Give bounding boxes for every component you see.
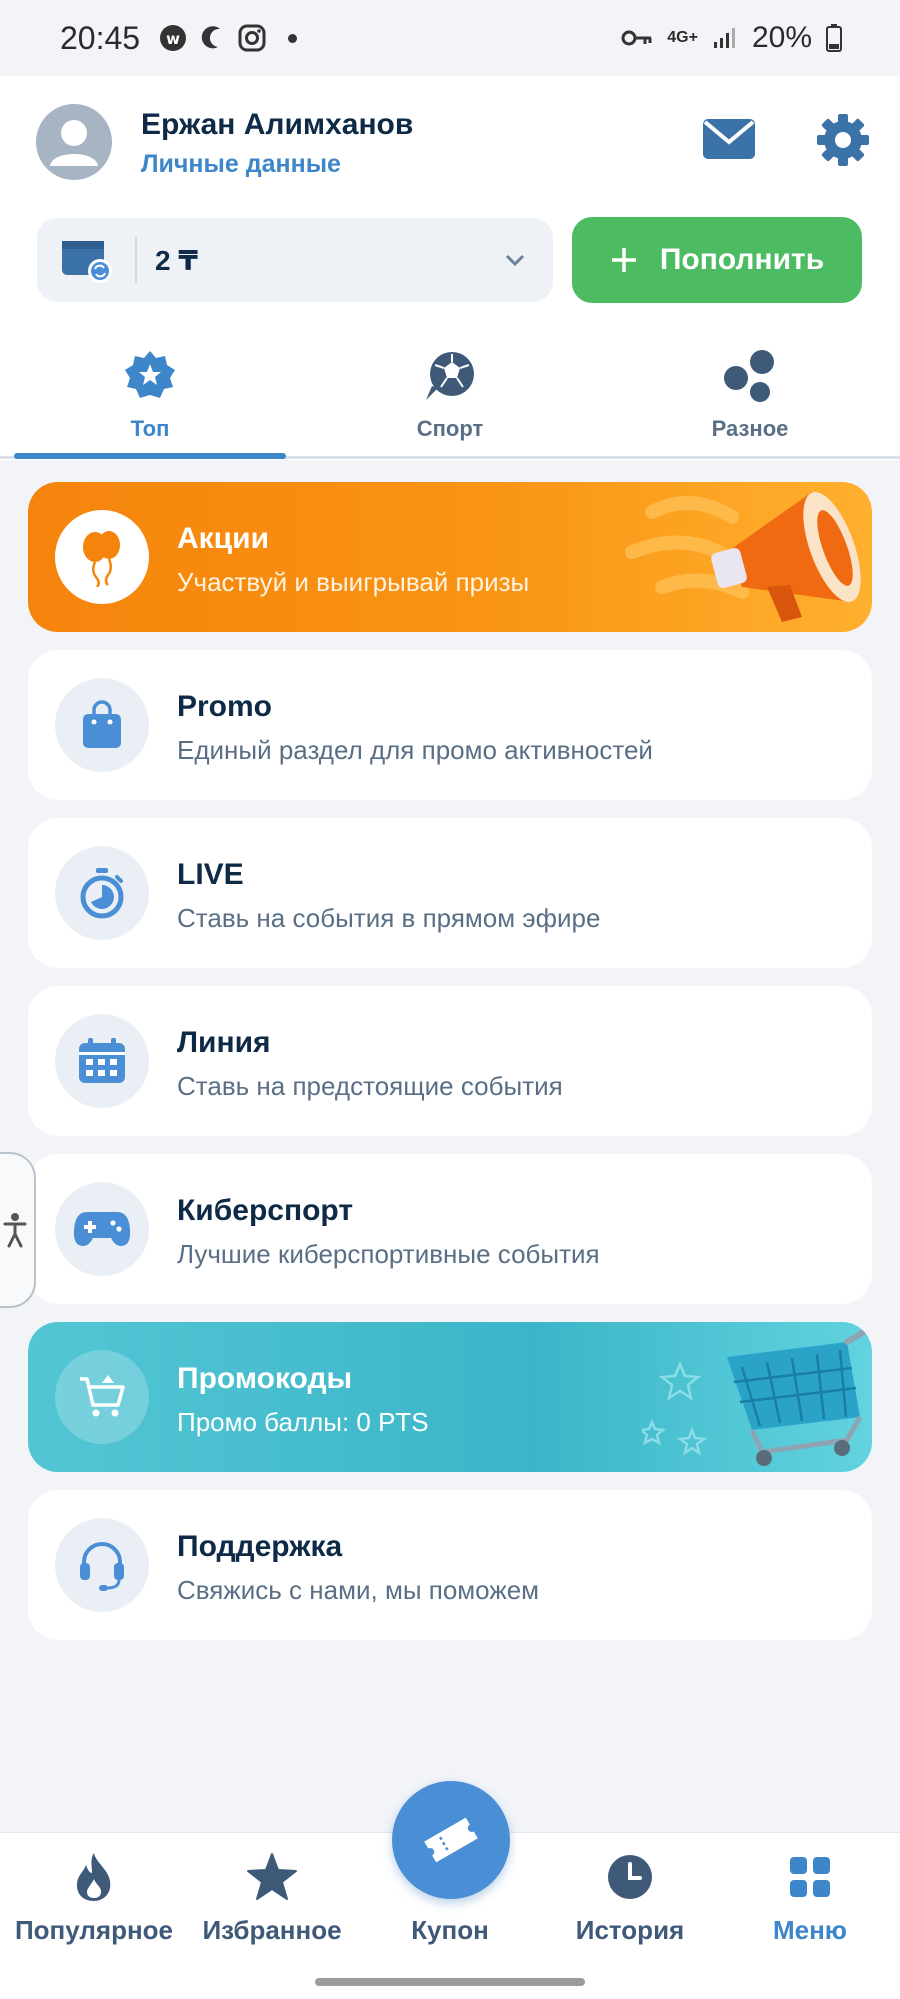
promocodes-card[interactable]: Промокоды Промо баллы: 0 PTS <box>28 1322 872 1472</box>
megaphone-icon <box>625 491 861 622</box>
gamepad-icon <box>55 1182 149 1276</box>
avatar[interactable] <box>36 104 112 180</box>
gear-icon <box>817 114 869 166</box>
ticket-icon <box>424 1817 478 1863</box>
instagram-icon <box>238 24 266 52</box>
card-subtitle: Промо баллы: 0 PTS <box>177 1407 429 1437</box>
network-type: 4G+ <box>667 30 698 46</box>
personal-data-link[interactable]: Личные данные <box>141 150 341 179</box>
category-tabs: Топ Спорт Разное <box>0 338 900 460</box>
nav-menu[interactable]: Меню <box>720 1833 900 1963</box>
card-subtitle: Единый раздел для промо активностей <box>177 735 653 765</box>
tab-misc[interactable]: Разное <box>600 338 900 460</box>
tab-label: Топ <box>130 416 170 441</box>
status-bar-left: 20:45 w <box>60 19 298 57</box>
esports-card[interactable]: Киберспорт Лучшие киберспортивные событи… <box>28 1154 872 1304</box>
app-notification-icon: w <box>158 23 188 53</box>
card-title: Линия <box>177 1026 271 1059</box>
nav-label: Популярное <box>14 1915 173 1945</box>
card-title: Поддержка <box>177 1530 343 1563</box>
card-title: Promo <box>177 690 273 723</box>
signal-icon <box>712 26 738 50</box>
status-bar-right: 4G+ 20% <box>621 21 842 55</box>
svg-text:w: w <box>166 30 180 48</box>
card-subtitle: Ставь на события в прямом эфире <box>177 903 601 933</box>
balance-amount: 2 ₸ <box>155 244 198 276</box>
chevron-down-icon <box>495 240 535 280</box>
status-bar: 20:45 w 4G+ 20% <box>0 0 900 76</box>
topup-label: Пополнить <box>659 243 825 276</box>
user-name[interactable]: Ержан Алимханов <box>141 108 413 142</box>
tab-top[interactable]: Топ <box>0 338 300 460</box>
promotions-card[interactable]: Акции Участвуй и выигрывай призы <box>28 482 872 632</box>
grid-icon <box>782 1849 838 1905</box>
tab-label: Разное <box>711 416 789 441</box>
card-subtitle: Участвуй и выигрывай призы <box>177 567 530 597</box>
plus-icon <box>611 248 636 272</box>
nav-label: Купон <box>411 1915 489 1945</box>
star-icon <box>244 1849 300 1905</box>
card-title: Акции <box>177 522 270 555</box>
active-tab-indicator <box>14 453 286 459</box>
nav-favorites[interactable]: Избранное <box>182 1833 362 1963</box>
card-title: Киберспорт <box>177 1194 354 1227</box>
soccer-ball-icon <box>420 346 480 406</box>
vpn-key-icon <box>621 28 653 48</box>
balance-selector[interactable]: 2 ₸ <box>37 218 553 302</box>
nav-label: Меню <box>772 1915 848 1945</box>
battery-icon <box>826 24 842 52</box>
mail-icon <box>703 119 755 159</box>
card-title: Промокоды <box>177 1362 353 1395</box>
moon-icon <box>198 23 228 53</box>
stopwatch-icon <box>55 846 149 940</box>
card-subtitle: Свяжись с нами, мы поможем <box>177 1575 540 1605</box>
card-subtitle: Лучшие киберспортивные события <box>177 1239 600 1269</box>
card-title: LIVE <box>177 858 244 891</box>
home-indicator[interactable] <box>315 1978 585 1986</box>
mail-button[interactable] <box>700 116 758 162</box>
balloons-icon <box>55 510 149 604</box>
support-card[interactable]: Поддержка Свяжись с нами, мы поможем <box>28 1490 872 1640</box>
nav-popular[interactable]: Популярное <box>4 1833 184 1963</box>
cart-icon <box>55 1350 149 1444</box>
wallet-icon <box>57 230 117 290</box>
clock-icon <box>602 1849 658 1905</box>
accessibility-handle[interactable] <box>0 1152 36 1308</box>
card-subtitle: Ставь на предстоящие события <box>177 1071 563 1101</box>
badge-star-icon <box>120 346 180 406</box>
tab-sport[interactable]: Спорт <box>300 338 600 460</box>
nav-label: Избранное <box>202 1915 342 1945</box>
accessibility-icon <box>3 1213 27 1248</box>
battery-percent: 20% <box>751 21 812 54</box>
bubbles-icon <box>720 346 780 406</box>
notification-dot <box>288 33 298 43</box>
headset-icon <box>55 1518 149 1612</box>
promo-card[interactable]: Promo Единый раздел для промо активносте… <box>28 650 872 800</box>
nav-label: История <box>575 1915 685 1945</box>
settings-button[interactable] <box>813 110 873 170</box>
topup-button[interactable]: Пополнить <box>572 217 862 303</box>
fire-icon <box>66 1849 122 1905</box>
shopping-bag-icon <box>55 678 149 772</box>
calendar-icon <box>55 1014 149 1108</box>
balance-separator <box>135 237 137 283</box>
basket-icon <box>642 1327 870 1466</box>
tab-label: Спорт <box>416 416 484 441</box>
status-time: 20:45 <box>60 19 141 56</box>
nav-history[interactable]: История <box>540 1833 720 1963</box>
coupon-button[interactable] <box>392 1781 510 1899</box>
network-type-label: 4G+ <box>667 29 698 46</box>
header: Ержан Алимханов Личные данные 2 ₸ Пополн… <box>0 76 900 460</box>
line-card[interactable]: Линия Ставь на предстоящие события <box>28 986 872 1136</box>
live-card[interactable]: LIVE Ставь на события в прямом эфире <box>28 818 872 968</box>
user-avatar-icon <box>50 120 98 166</box>
